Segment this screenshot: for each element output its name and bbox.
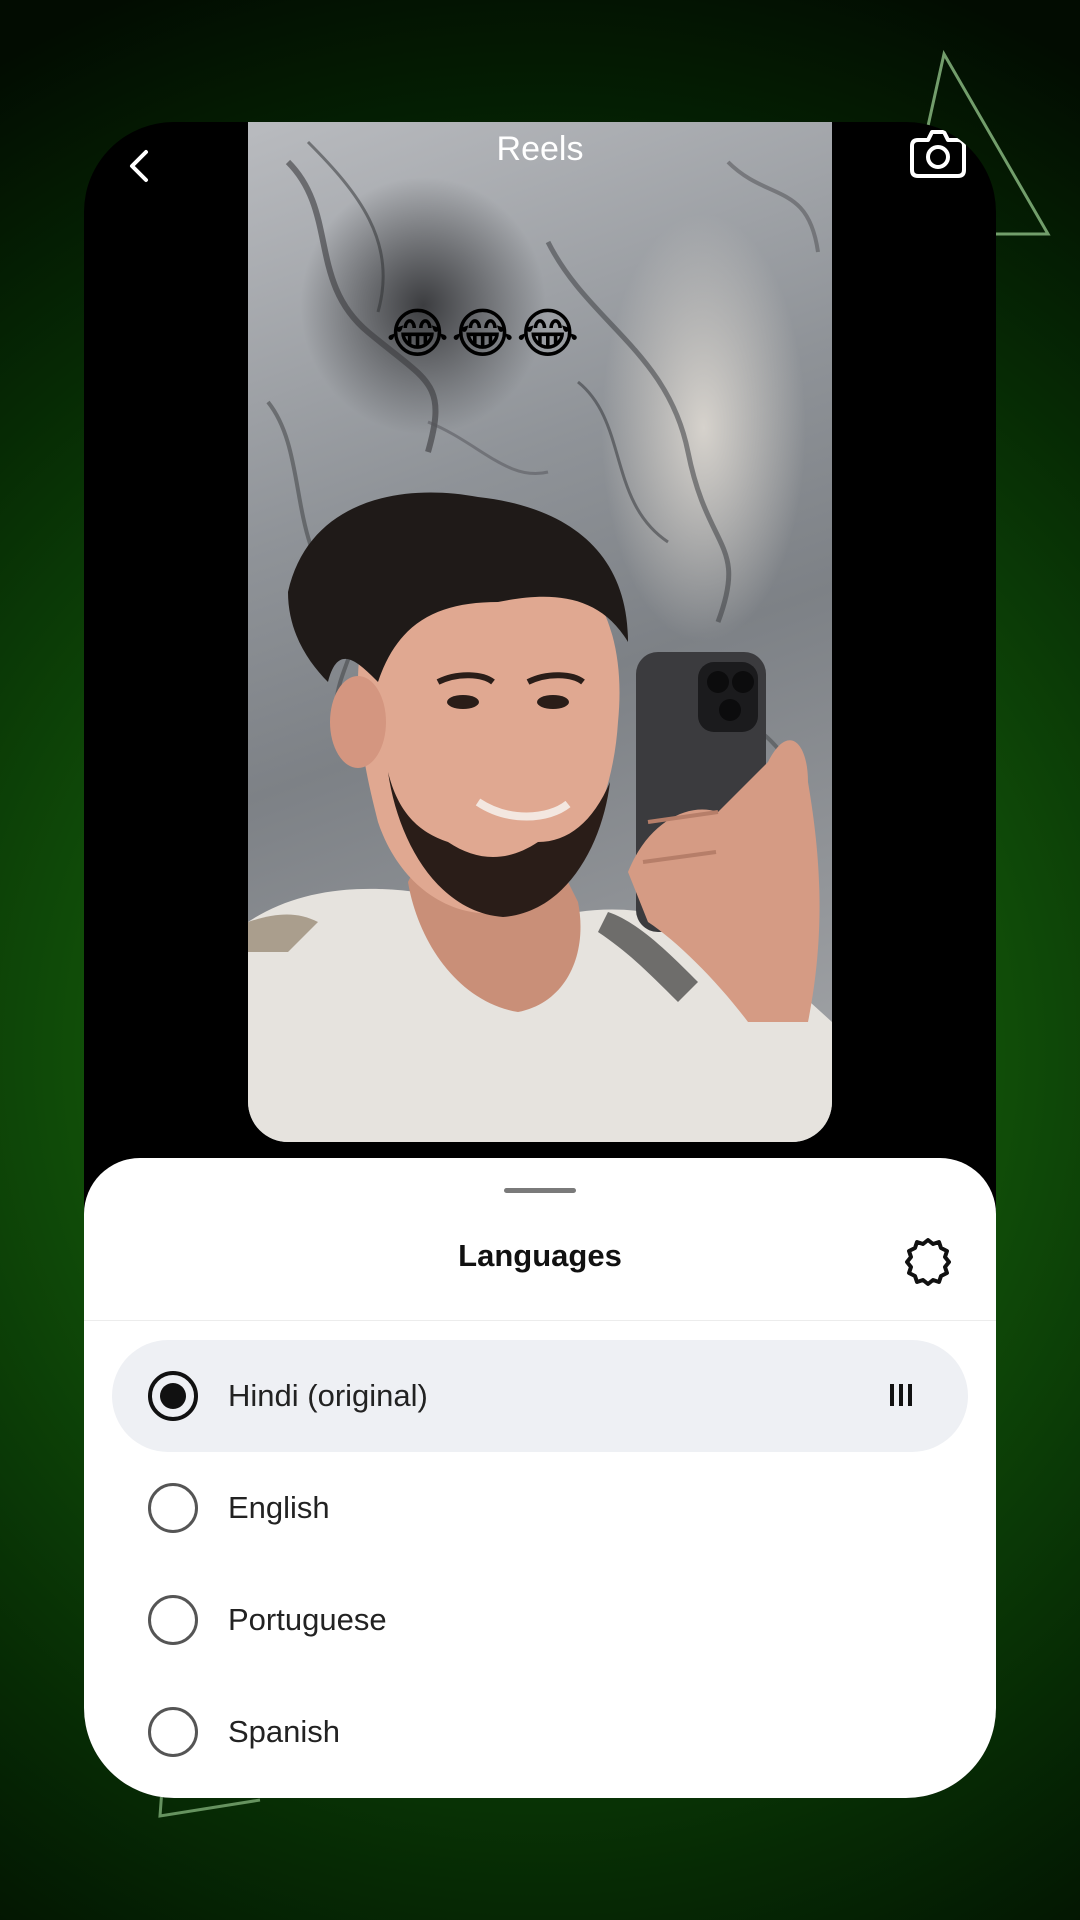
reel-video[interactable]: 😂😂😂 [248, 122, 832, 1142]
radio-unselected-icon[interactable] [148, 1707, 198, 1757]
language-option-english[interactable]: English [112, 1452, 968, 1564]
language-option-portuguese[interactable]: Portuguese [112, 1564, 968, 1676]
sheet-title: Languages [458, 1238, 622, 1273]
language-label: English [228, 1490, 330, 1525]
language-label: Hindi (original) [228, 1378, 428, 1413]
language-list: Hindi (original) English Portuguese Span… [112, 1340, 968, 1788]
language-option-hindi[interactable]: Hindi (original) [112, 1340, 968, 1452]
radio-unselected-icon[interactable] [148, 1483, 198, 1533]
gear-icon[interactable] [902, 1236, 954, 1288]
languages-bottom-sheet: Languages Hindi (original) English Portu… [84, 1158, 996, 1798]
sheet-divider [84, 1320, 996, 1321]
audio-playing-icon [890, 1384, 912, 1406]
person-selfie [248, 492, 832, 1142]
radio-selected-icon[interactable] [148, 1371, 198, 1421]
language-label: Portuguese [228, 1602, 387, 1637]
radio-unselected-icon[interactable] [148, 1595, 198, 1645]
camera-icon[interactable] [910, 126, 966, 178]
language-option-spanish[interactable]: Spanish [112, 1676, 968, 1788]
phone-screen: 😂😂😂 Reels Languages Hindi (original) Eng… [84, 122, 996, 1798]
top-bar: Reels [84, 122, 996, 222]
page-title: Reels [496, 130, 584, 168]
sheet-drag-handle[interactable] [504, 1188, 576, 1193]
language-label: Spanish [228, 1714, 341, 1749]
